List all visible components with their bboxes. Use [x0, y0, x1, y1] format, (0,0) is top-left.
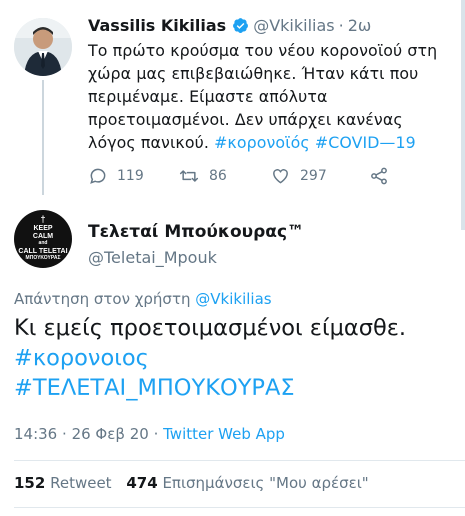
tweet-text-line: χώρα μας επιβεβαιώθηκε. Ήταν κάτι που — [88, 64, 419, 83]
parent-tweet[interactable]: Vassilis Kikilias @Vkikilias · 2ω Το πρώτο … — [0, 0, 465, 200]
verified-badge-icon — [232, 17, 249, 38]
retweet-icon — [178, 166, 200, 186]
replying-to-label: Απάντηση στον χρήστη — [14, 290, 191, 308]
reply-icon — [88, 166, 108, 186]
avatar-text-line: KEEP — [33, 225, 53, 233]
parent-tweet-text: Το πρώτο κρούσμα του νέου κορονοϊού στη … — [88, 39, 438, 154]
tweet-source-link[interactable]: Twitter Web App — [163, 425, 285, 443]
author-handle[interactable]: @Vkikilias — [253, 16, 334, 35]
reply-action[interactable]: 119 — [88, 166, 144, 186]
main-author-handle[interactable]: @Teletai_Mpouk — [88, 248, 217, 267]
avatar-text-line: CALM — [32, 232, 54, 240]
like-icon — [270, 166, 291, 186]
tweet-text-last-line: λόγος πανικού. #κορονοϊός #COVID—19 — [88, 131, 433, 154]
retweet-count: 86 — [209, 168, 227, 184]
retweet-label: Retweet — [50, 474, 112, 492]
tweet-date[interactable]: 26 Φεβ 20 — [72, 425, 149, 443]
hashtag-link[interactable]: #κορονοϊός — [214, 133, 310, 152]
main-tweet-text: Κι εμείς προετοιμασμένοι είμασθε. #κορον… — [14, 313, 454, 403]
parent-tweet-actions: 119 86 297 — [86, 166, 406, 190]
retweet-stat[interactable]: 152 Retweet — [14, 474, 112, 492]
retweet-total: 152 — [14, 474, 46, 492]
parent-tweet-header: Vassilis Kikilias @Vkikilias · 2ω — [88, 16, 371, 38]
replying-to: Απάντηση στον χρήστη @Vkikilias — [14, 290, 272, 308]
header-separator: · — [338, 16, 344, 35]
reply-count: 119 — [117, 168, 144, 184]
tweet-text-line: περιμέναμε. Είμαστε απόλυτα — [88, 87, 328, 106]
hashtag-link[interactable]: #κορονοιος — [14, 343, 454, 373]
avatar-text-line: CALL TELETAI — [18, 247, 68, 255]
avatar-text-line: ΜΠΟΥΚΟΥΡΑΣ — [25, 255, 61, 262]
hashtag-link[interactable]: #COVID—19 — [315, 133, 416, 152]
tweet-text-line: προετοιμασμένοι. Δεν υπάρχει κανένας — [88, 110, 403, 129]
like-action[interactable]: 297 — [270, 166, 327, 186]
meta-separator: · — [153, 425, 159, 443]
tweet-text-line: Το πρώτο κρούσμα του νέου κορονοϊού στη — [88, 41, 438, 60]
avatar-teletai[interactable]: † KEEP CALM and CALL TELETAI ΜΠΟΥΚΟΥΡΑΣ — [14, 210, 72, 268]
meta-separator: · — [62, 425, 67, 443]
divider — [14, 460, 465, 461]
like-count: 297 — [300, 168, 327, 184]
likes-stat[interactable]: 474 Επισημάνσεις "Μου αρέσει" — [126, 474, 368, 492]
avatar-text-line: and — [38, 240, 48, 247]
tweet-timestamp: 14:36 · 26 Φεβ 20 · Twitter Web App — [14, 425, 285, 443]
tweet-stats: 152 Retweet 474 Επισημάνσεις "Μου αρέσει… — [14, 474, 369, 492]
tweet-time[interactable]: 2ω — [348, 16, 372, 35]
divider — [14, 507, 465, 508]
replying-to-handle[interactable]: @Vkikilias — [195, 290, 271, 308]
hashtag-link[interactable]: #ΤΕΛΕΤΑΙ_ΜΠΟΥΚΟΥΡΑΣ — [14, 373, 454, 403]
likes-total: 474 — [126, 474, 158, 492]
tweet-text-line: Κι εμείς προετοιμασμένοι είμασθε. — [14, 315, 407, 341]
tweet-text-line: λόγος πανικού. — [88, 133, 209, 152]
author-name[interactable]: Vassilis Kikilias — [88, 16, 226, 35]
scrollbar[interactable] — [461, 0, 465, 230]
likes-label: Επισημάνσεις "Μου αρέσει" — [162, 474, 369, 492]
retweet-action[interactable]: 86 — [178, 166, 227, 186]
avatar-cross-text: † — [40, 214, 46, 225]
share-icon — [369, 166, 389, 186]
main-author-name[interactable]: Τελεταί Μπούκουρας™ — [88, 222, 304, 242]
share-action[interactable] — [369, 166, 389, 186]
avatar-vkikilias[interactable] — [14, 18, 72, 76]
thread-connector-line — [42, 80, 44, 195]
tweet-time[interactable]: 14:36 — [14, 425, 57, 443]
